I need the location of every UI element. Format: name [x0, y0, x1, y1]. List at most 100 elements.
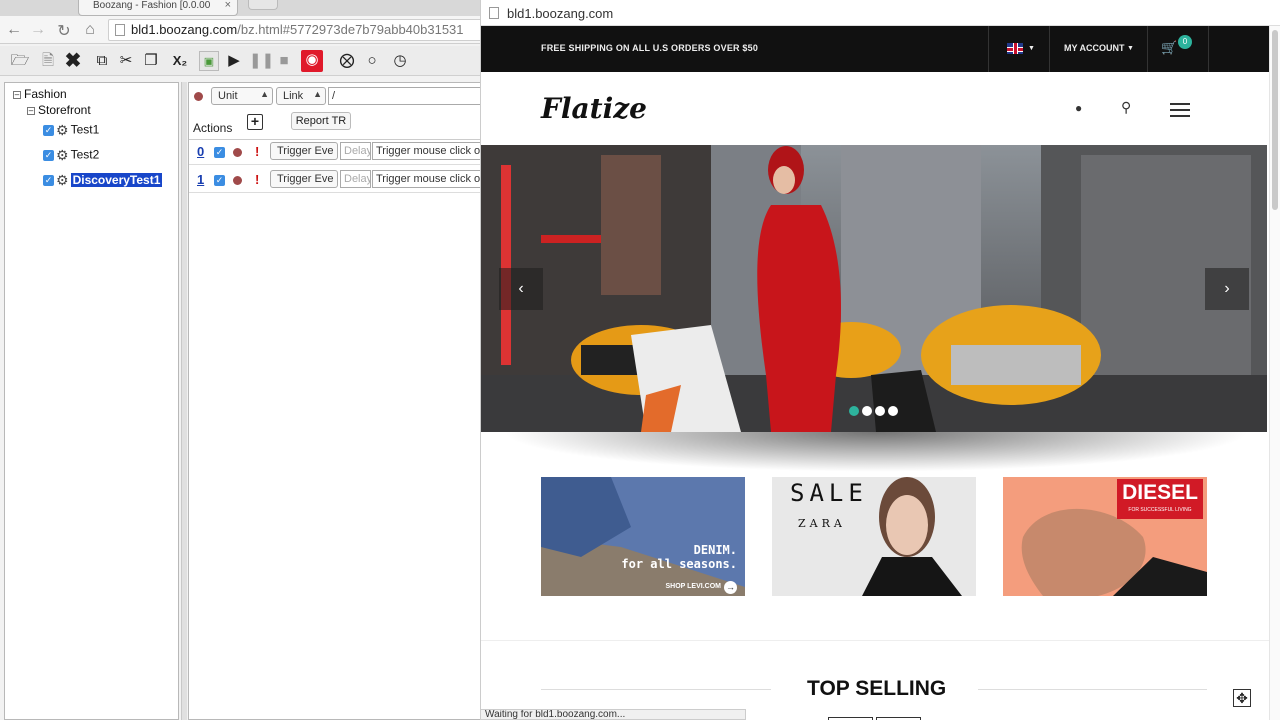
tab-close-icon[interactable]: × — [225, 0, 231, 11]
my-account-menu[interactable]: MY ACCOUNT — [1064, 43, 1125, 53]
warning-icon: ! — [255, 172, 260, 187]
cart-icon[interactable]: 🛒 — [1161, 40, 1177, 56]
browser-status-bar: Waiting for bld1.boozang.com... — [480, 709, 746, 720]
pause-icon[interactable]: ❚❚ — [249, 51, 274, 71]
status-dot — [194, 92, 203, 101]
reload-icon[interactable]: ↻ — [54, 21, 74, 41]
browser-tab[interactable]: Boozang - Fashion [0.0.00 × — [78, 0, 238, 16]
levis-line2: for all seasons. — [621, 557, 737, 571]
new-file-icon[interactable]: 🗎 — [38, 51, 58, 71]
paste-icon[interactable]: ❐ — [141, 51, 161, 71]
levis-promo-image — [541, 477, 745, 596]
promo-levis[interactable]: DENIM. for all seasons. SHOP LEVI.COM → — [541, 477, 745, 596]
divider — [1208, 26, 1209, 72]
uk-flag-icon[interactable] — [1007, 43, 1023, 54]
open-folder-icon[interactable]: 🗁 — [10, 51, 30, 71]
action-type-select[interactable]: Trigger Eve — [270, 170, 338, 188]
cancel-circle-icon[interactable]: ⨂ — [337, 51, 357, 71]
action-description-input[interactable]: Trigger mouse click on — [372, 142, 482, 160]
delay-input[interactable]: Delay — [340, 170, 371, 188]
new-tab-button[interactable] — [248, 0, 278, 10]
hero-shadow — [501, 432, 1251, 472]
gear-icon: ⚙ — [56, 147, 69, 163]
carousel-dot[interactable] — [875, 406, 885, 416]
tree-root-fashion[interactable]: – Fashion — [13, 87, 67, 101]
play-icon[interactable]: ▶ — [224, 51, 244, 71]
search-icon[interactable]: ⚲ — [1121, 99, 1131, 116]
tree-module-storefront[interactable]: – Storefront — [27, 103, 91, 117]
panel-splitter[interactable] — [181, 82, 187, 720]
unit-select-value: Unit — [218, 90, 238, 102]
add-action-icon[interactable]: + — [247, 114, 263, 130]
link-select[interactable]: Link ▲ — [276, 87, 326, 105]
checkbox-checked[interactable]: ✓ — [43, 175, 54, 186]
unit-select[interactable]: Unit ▲ — [211, 87, 273, 105]
action-status-dot — [233, 148, 242, 157]
divider — [189, 139, 481, 140]
select-arrows-icon: ▲ — [313, 89, 322, 99]
circle-icon[interactable]: ○ — [362, 51, 382, 71]
zara-brand-text: ZARA — [798, 517, 846, 530]
address-path: /bz.html#5772973de7b79abb40b31531 — [237, 22, 464, 37]
boozang-toolbar: 🗁 🗎 ✖ ⧉ ✂ ❐ X₂ ▣ ▶ ❚❚ ■ ◉ ⨂ ○ ◷ — [0, 46, 480, 76]
report-tr-button[interactable]: Report TR — [291, 112, 351, 130]
zara-sale-text: SALE — [790, 479, 868, 507]
collapse-icon[interactable]: – — [27, 106, 35, 115]
tree-root-label: Fashion — [24, 87, 67, 101]
tree-test-item-selected[interactable]: ✓ ⚙ DiscoveryTest1 — [43, 172, 163, 189]
checkbox-checked[interactable]: ✓ — [43, 150, 54, 161]
action-type-select[interactable]: Trigger Eve — [270, 142, 338, 160]
top-bar: FREE SHIPPING ON ALL U.S ORDERS OVER $50… — [481, 26, 1269, 72]
delete-icon[interactable]: ✖ — [63, 51, 83, 71]
carousel-next-button[interactable]: › — [1205, 268, 1249, 310]
hamburger-menu-icon[interactable] — [1170, 103, 1190, 117]
collapse-icon[interactable]: – — [13, 90, 21, 99]
action-index[interactable]: 1 — [197, 172, 204, 187]
promo-zara[interactable]: SALE ZARA — [772, 477, 976, 596]
duplicate-icon[interactable]: ⧉ — [92, 51, 112, 71]
carousel-dot[interactable] — [862, 406, 872, 416]
carousel-prev-button[interactable]: ‹ — [499, 268, 543, 310]
cut-icon[interactable]: ✂ — [116, 51, 136, 71]
scrollbar-thumb[interactable] — [1272, 30, 1278, 210]
tree-test-item[interactable]: ✓ ⚙ Test2 — [43, 147, 99, 164]
link-select-value: Link — [283, 90, 304, 102]
user-icon[interactable]: ● — [1075, 101, 1082, 115]
hero-carousel: ‹ › — [481, 145, 1267, 432]
path-input[interactable]: / — [328, 87, 488, 105]
back-icon[interactable]: ← — [4, 21, 24, 39]
action-status-dot — [233, 176, 242, 185]
subscript-icon[interactable]: X₂ — [170, 51, 190, 71]
warning-icon: ! — [255, 144, 260, 159]
home-icon[interactable]: ⌂ — [80, 21, 100, 39]
divider — [978, 689, 1207, 690]
move-icon[interactable]: ✥ — [1233, 689, 1251, 707]
action-type-value: Trigger Eve — [277, 145, 334, 157]
chevron-down-icon: ▼ — [1028, 45, 1035, 52]
record-icon[interactable]: ◉ — [301, 50, 323, 72]
popup-url: bld1.boozang.com — [507, 6, 614, 21]
tree-module-label: Storefront — [38, 103, 91, 117]
action-enabled-checkbox[interactable]: ✓ — [214, 147, 225, 158]
address-bar[interactable]: bld1.boozang.com/bz.html#5772973de7b79ab… — [108, 19, 488, 41]
screenshot-icon[interactable]: ▣ — [199, 51, 219, 71]
tree-test-item[interactable]: ✓ ⚙ Test1 — [43, 122, 99, 139]
select-arrows-icon: ▲ — [260, 89, 269, 99]
action-enabled-checkbox[interactable]: ✓ — [214, 175, 225, 186]
clock-icon[interactable]: ◷ — [390, 51, 410, 71]
diesel-tagline: FOR SUCCESSFUL LIVING — [1128, 507, 1192, 513]
delay-input[interactable]: Delay — [340, 142, 371, 160]
action-description-input[interactable]: Trigger mouse click on — [372, 170, 482, 188]
checkbox-checked[interactable]: ✓ — [43, 125, 54, 136]
carousel-dot-active[interactable] — [849, 406, 859, 416]
page-icon — [115, 24, 125, 36]
action-index[interactable]: 0 — [197, 144, 204, 159]
stop-icon[interactable]: ■ — [274, 51, 294, 71]
promo-diesel[interactable]: DIESEL FOR SUCCESSFUL LIVING — [1003, 477, 1207, 596]
popup-address-bar[interactable]: bld1.boozang.com — [481, 0, 1280, 26]
site-logo[interactable]: Flatize — [541, 92, 647, 125]
test-label: DiscoveryTest1 — [70, 172, 163, 187]
carousel-dot[interactable] — [888, 406, 898, 416]
levis-shop-link[interactable]: SHOP LEVI.COM — [666, 583, 722, 590]
forward-icon[interactable]: → — [28, 21, 48, 39]
